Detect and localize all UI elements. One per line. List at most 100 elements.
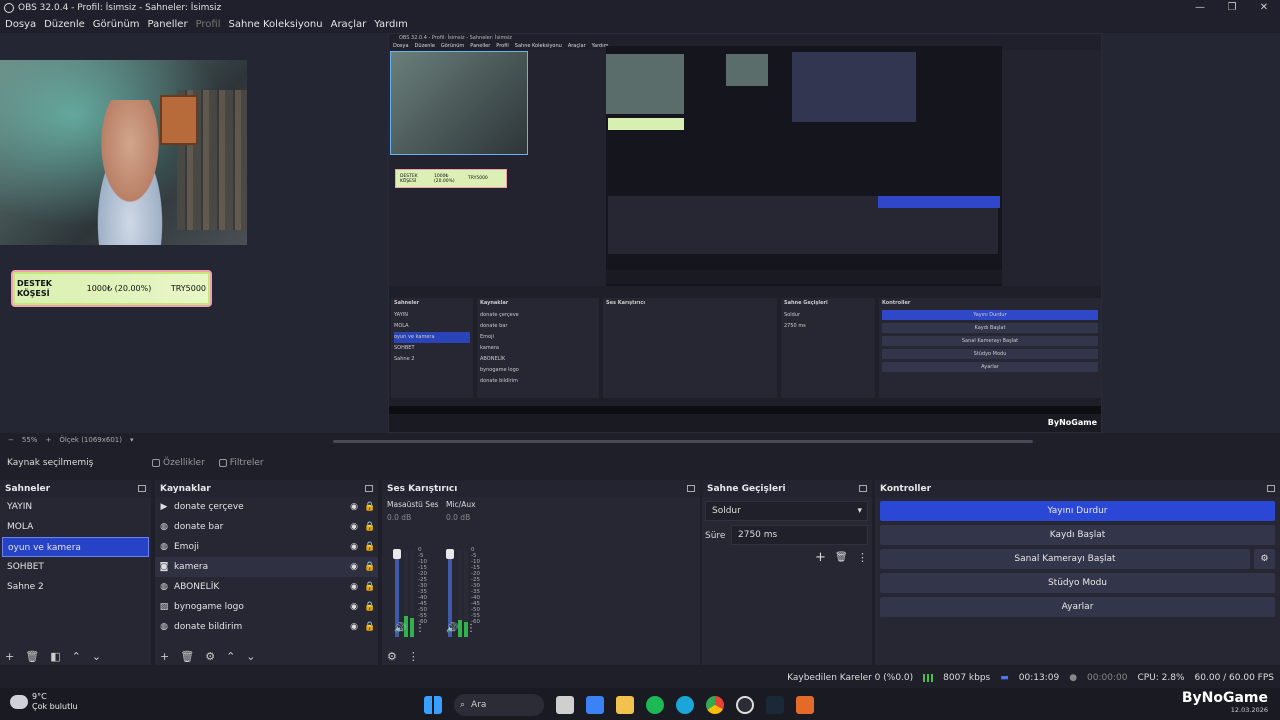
lock-icon[interactable]: 🔒 <box>362 522 378 532</box>
eye-icon[interactable]: ◉ <box>346 522 362 532</box>
menu-view[interactable]: Görünüm <box>93 19 140 30</box>
donate-progress: 1000₺ (20.00%) <box>86 284 152 293</box>
scene-filters-icon[interactable]: ◧ <box>50 650 60 663</box>
eye-icon[interactable]: ◉ <box>346 602 362 612</box>
file-explorer-icon[interactable] <box>616 696 634 714</box>
dock-float-icon[interactable] <box>687 485 695 492</box>
move-up-icon[interactable]: ⌃ <box>226 650 235 663</box>
source-item[interactable]: ▨ bynogame logo ◉ 🔒 <box>155 597 378 617</box>
eye-icon[interactable]: ◉ <box>346 502 362 512</box>
scene-item-sahne-2[interactable]: Sahne 2 <box>0 577 151 597</box>
scene-item-yayin[interactable]: YAYIN <box>0 497 151 517</box>
more-options-icon[interactable]: ⋮ <box>408 650 419 663</box>
dock-float-icon[interactable] <box>138 485 146 492</box>
lock-icon[interactable]: 🔒 <box>362 562 378 572</box>
eye-icon[interactable]: ◉ <box>346 542 362 552</box>
move-down-icon[interactable]: ⌄ <box>92 650 101 663</box>
scene-item-mola[interactable]: MOLA <box>0 517 151 537</box>
task-view-icon[interactable] <box>556 696 574 714</box>
lock-icon[interactable]: 🔒 <box>362 542 378 552</box>
stop-streaming-button[interactable]: Yayını Durdur <box>880 501 1275 521</box>
dock-float-icon[interactable] <box>859 485 867 492</box>
add-transition-icon[interactable]: + <box>815 550 826 565</box>
chrome-icon[interactable] <box>706 696 724 714</box>
studio-mode-button[interactable]: Stüdyo Modu <box>880 573 1275 593</box>
source-item[interactable]: ◍ ABONELİK ◉ 🔒 <box>155 577 378 597</box>
transition-select[interactable]: Soldur ▾ <box>705 501 868 521</box>
fader-knob[interactable] <box>446 549 454 559</box>
weather-widget[interactable]: 9°C Çok bulutlu <box>10 692 78 712</box>
move-down-icon[interactable]: ⌄ <box>246 650 255 663</box>
store-icon[interactable] <box>586 696 604 714</box>
add-scene-icon[interactable]: + <box>5 650 14 663</box>
menu-docks[interactable]: Paneller <box>148 19 188 30</box>
app-icon[interactable] <box>796 696 814 714</box>
fps: 60.00 / 60.00 FPS <box>1194 673 1274 683</box>
scene-item-sohbet[interactable]: SOHBET <box>0 557 151 577</box>
selected-source-label: Kaynak seçilmemiş <box>7 458 94 468</box>
search-icon: ⌕ <box>460 700 466 710</box>
preview-canvas[interactable]: DESTEK KÖŞESİ 1000₺ (20.00%) TRY5000 OBS… <box>0 33 1280 433</box>
spotify-icon[interactable] <box>646 696 664 714</box>
trash-icon[interactable]: 🗑 <box>180 650 194 663</box>
scale-label[interactable]: Ölçek (1069x601) <box>59 436 122 444</box>
start-recording-button[interactable]: Kaydı Başlat <box>880 525 1275 545</box>
zoom-in-button[interactable]: + <box>45 436 51 444</box>
properties-button[interactable]: Özellikler <box>152 458 205 468</box>
eye-icon[interactable]: ◉ <box>346 622 362 632</box>
meter-fill <box>410 618 414 637</box>
menu-help[interactable]: Yardım <box>374 19 408 30</box>
edge-icon[interactable] <box>676 696 694 714</box>
more-options-icon[interactable]: ⋮ <box>857 551 868 564</box>
more-options-icon[interactable]: ⋮ <box>466 623 476 634</box>
start-virtual-camera-button[interactable]: Sanal Kamerayı Başlat <box>880 549 1250 569</box>
source-item[interactable]: ◍ donate bildirim ◉ 🔒 <box>155 617 378 637</box>
minimize-button[interactable]: — <box>1184 0 1216 16</box>
trash-icon[interactable]: 🗑 <box>25 650 39 663</box>
advanced-audio-icon[interactable]: ⚙ <box>387 650 397 663</box>
menu-profile[interactable]: Profil <box>196 19 221 30</box>
chevron-down-icon[interactable]: ▾ <box>130 436 134 444</box>
zoom-level[interactable]: 55% <box>22 436 38 444</box>
preview-scrollbar[interactable] <box>333 440 1033 443</box>
maximize-button[interactable]: ❐ <box>1216 0 1248 16</box>
source-item[interactable]: ◍ Emoji ◉ 🔒 <box>155 537 378 557</box>
windows-start-icon[interactable] <box>424 696 442 714</box>
more-options-icon[interactable]: ⋮ <box>415 623 425 634</box>
obs-icon[interactable] <box>736 696 754 714</box>
source-item[interactable]: ▶ donate çerçeve ◉ 🔒 <box>155 497 378 517</box>
settings-button[interactable]: Ayarlar <box>880 597 1275 617</box>
filter-icon <box>218 459 227 467</box>
steam-icon[interactable] <box>766 696 784 714</box>
globe-icon: ◍ <box>160 522 168 532</box>
eye-icon[interactable]: ◉ <box>346 582 362 592</box>
menu-scene-collection[interactable]: Sahne Koleksiyonu <box>229 19 323 30</box>
lock-icon[interactable]: 🔒 <box>362 582 378 592</box>
speaker-icon[interactable]: 🔊 <box>394 623 406 634</box>
lock-icon[interactable]: 🔒 <box>362 622 378 632</box>
menu-edit[interactable]: Düzenle <box>44 19 85 30</box>
virtual-camera-settings-button[interactable]: ⚙ <box>1254 549 1275 569</box>
source-item[interactable]: ◙ kamera ◉ 🔒 <box>155 557 378 577</box>
scene-item-oyun-ve-kamera[interactable]: oyun ve kamera <box>2 537 149 557</box>
filters-button[interactable]: Filtreler <box>218 458 264 468</box>
menu-tools[interactable]: Araçlar <box>331 19 367 30</box>
move-up-icon[interactable]: ⌃ <box>72 650 81 663</box>
search-box[interactable]: ⌕ Ara <box>454 694 544 716</box>
speaker-icon[interactable]: 🔊 <box>446 623 458 634</box>
fader-knob[interactable] <box>393 549 401 559</box>
camera-icon: ◙ <box>159 562 169 572</box>
add-source-icon[interactable]: + <box>160 650 169 663</box>
lock-icon[interactable]: 🔒 <box>362 502 378 512</box>
close-button[interactable]: ✕ <box>1248 0 1280 16</box>
gear-icon[interactable]: ⚙ <box>205 650 215 663</box>
source-item[interactable]: ◍ donate bar ◉ 🔒 <box>155 517 378 537</box>
dock-float-icon[interactable] <box>365 485 373 492</box>
eye-icon[interactable]: ◉ <box>346 562 362 572</box>
menu-file[interactable]: Dosya <box>5 19 36 30</box>
trash-icon[interactable]: 🗑 <box>835 552 848 563</box>
lock-icon[interactable]: 🔒 <box>362 602 378 612</box>
duration-input[interactable]: 2750 ms <box>731 525 868 545</box>
zoom-out-button[interactable]: − <box>8 436 14 444</box>
dock-float-icon[interactable] <box>1267 485 1275 492</box>
